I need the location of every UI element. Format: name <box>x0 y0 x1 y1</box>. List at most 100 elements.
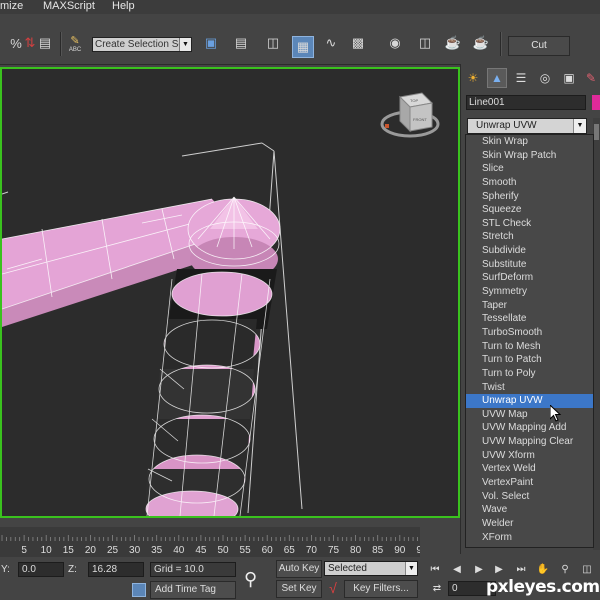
modifier-list-item[interactable]: Subdivide <box>466 244 593 258</box>
modifier-list-item[interactable]: VertexPaint <box>466 476 593 490</box>
object-name-field[interactable]: Line001 <box>466 95 586 110</box>
modifier-list-item[interactable]: SurfDeform <box>466 271 593 285</box>
viewport-scene: TOP FRONT <box>2 92 440 516</box>
cut-button[interactable]: Cut <box>508 36 570 56</box>
object-color-swatch[interactable] <box>592 95 600 110</box>
previous-frame-icon[interactable]: ◀ <box>450 563 464 577</box>
modifier-list-item[interactable]: Squeeze <box>466 203 593 217</box>
modifier-list-item[interactable]: XForm <box>466 531 593 545</box>
timeline-tick-label: 85 <box>372 545 384 556</box>
toolbar-divider <box>60 32 62 56</box>
scene-explorer-icon[interactable]: ▦ <box>292 36 314 58</box>
modifier-list-dropdown[interactable]: Unwrap UVW ▼ <box>467 118 587 134</box>
timeline-tick-label: 10 <box>41 545 53 556</box>
curve-editor-icon[interactable]: ∿ <box>320 32 342 54</box>
pencil-icon: ✎ <box>70 34 80 47</box>
utilities-tab-icon[interactable]: ✎ <box>581 68 600 88</box>
hierarchy-tab-icon[interactable]: ☰ <box>511 68 531 88</box>
track-bar[interactable]: 5101520253035404550556065707580859095100 <box>0 527 420 557</box>
zoom-view-icon[interactable]: ⚲ <box>558 563 572 577</box>
modifier-list-item[interactable]: Skin Wrap Patch <box>466 149 593 163</box>
modifier-list-item[interactable]: Wave <box>466 503 593 517</box>
motion-tab-icon[interactable]: ◎ <box>535 68 555 88</box>
modifier-list-item[interactable]: Slice <box>466 162 593 176</box>
rendered-frame-icon[interactable]: ☕ <box>442 32 464 54</box>
toolbar-divider <box>500 32 502 56</box>
render-production-icon[interactable]: ☕ <box>470 32 492 54</box>
timeline-ruler: 5101520253035404550556065707580859095100 <box>1 535 420 556</box>
pan-view-icon[interactable]: ✋ <box>536 563 550 577</box>
timeline-tick-label: 60 <box>262 545 274 556</box>
modifier-list-item[interactable]: Turn to Mesh <box>466 340 593 354</box>
set-key-button[interactable]: Set Key <box>276 580 322 598</box>
layers-icon[interactable]: ◫ <box>262 32 284 54</box>
spelling-check-button[interactable]: ✎ ABC <box>64 32 86 54</box>
modifier-dropdown-list[interactable]: Skin Wrap Skin Wrap Patch Slice Smooth Spher… <box>465 134 594 548</box>
named-selection-set-field[interactable]: Create Selection Se ▼ <box>92 37 192 52</box>
edit-named-selection-icon[interactable]: ▤ <box>34 32 56 54</box>
time-tag-icon[interactable] <box>132 583 146 597</box>
modifier-list-item[interactable]: Spherify <box>466 190 593 204</box>
chevron-down-icon[interactable]: ▼ <box>179 38 191 51</box>
modifier-list-item[interactable]: Tessellate <box>466 312 593 326</box>
modifier-list-item[interactable]: Symmetry <box>466 285 593 299</box>
key-filters-button[interactable]: Key Filters... <box>344 580 418 598</box>
cut-label: Cut <box>531 40 547 51</box>
modifier-list-item[interactable]: UVW Map <box>466 408 593 422</box>
chevron-down-icon[interactable]: ▼ <box>573 119 586 133</box>
timeline-tick-label: 75 <box>328 545 340 556</box>
key-icon: ⚲ <box>244 569 258 589</box>
add-time-tag-button[interactable]: Add Time Tag <box>150 581 236 599</box>
chevron-down-icon[interactable]: ▼ <box>405 562 417 575</box>
set-key-icon[interactable]: √ <box>324 580 342 598</box>
material-editor-icon[interactable]: ◉ <box>384 32 406 54</box>
z-coordinate-field[interactable]: 16.28 <box>88 562 144 577</box>
timeline-tick-label: 50 <box>217 545 229 556</box>
modifier-list-item[interactable]: Stretch <box>466 230 593 244</box>
modify-tab-icon[interactable]: ▲ <box>487 68 507 88</box>
menu-item-help[interactable]: Help <box>112 0 135 13</box>
modifier-list-item[interactable]: Unwrap UVW <box>466 394 593 408</box>
align-icon[interactable]: ▤ <box>230 32 252 54</box>
modifier-list-item[interactable]: UVW Mapping Clear <box>466 435 593 449</box>
modifier-list-item[interactable]: UVW Mapping Add <box>466 421 593 435</box>
auto-key-button[interactable]: Auto Key <box>276 560 322 578</box>
modifier-list-item[interactable]: Vertex Weld <box>466 462 593 476</box>
mouse-cursor-icon <box>550 405 562 422</box>
modifier-list-item[interactable]: Welder <box>466 517 593 531</box>
modifier-list-item[interactable]: Turn to Patch <box>466 353 593 367</box>
modifier-list-item[interactable]: TurboSmooth <box>466 326 593 340</box>
modifier-list-item[interactable]: STL Check <box>466 217 593 231</box>
menu-item-customize[interactable]: mize <box>0 0 23 13</box>
command-panel-tabs: ☀ ▲ ☰ ◎ ▣ ✎ <box>463 68 599 90</box>
menu-item-maxscript[interactable]: MAXScript <box>43 0 95 13</box>
modifier-list-item[interactable]: Taper <box>466 299 593 313</box>
modifier-list-item[interactable]: UVW Xform <box>466 449 593 463</box>
timeline-tick-label: 20 <box>85 545 97 556</box>
key-mode-select[interactable]: Selected ▼ <box>324 561 418 576</box>
display-tab-icon[interactable]: ▣ <box>559 68 579 88</box>
modifier-list-item[interactable]: Skin Wrap <box>466 135 593 149</box>
next-frame-icon[interactable]: ▶ <box>492 563 506 577</box>
key-mode-toggle-icon[interactable]: ⇄ <box>430 582 444 596</box>
timeline-tick-label: 40 <box>173 545 185 556</box>
view-cube[interactable]: TOP FRONT <box>380 92 440 138</box>
modifier-list-item[interactable]: Smooth <box>466 176 593 190</box>
go-to-start-icon[interactable]: ⏮ <box>428 563 442 577</box>
go-to-end-icon[interactable]: ⏭ <box>514 563 528 577</box>
timeline-tick-label: 70 <box>306 545 318 556</box>
field-of-view-icon[interactable]: ◫ <box>580 563 594 577</box>
modifier-list-item[interactable]: Substitute <box>466 258 593 272</box>
command-panel-scrollbar[interactable] <box>593 118 600 550</box>
y-coordinate-field[interactable]: 0.0 <box>18 562 64 577</box>
render-setup-icon[interactable]: ◫ <box>414 32 436 54</box>
create-tab-icon[interactable]: ☀ <box>463 68 483 88</box>
modifier-list-item[interactable]: Twist <box>466 381 593 395</box>
play-icon[interactable]: ▶ <box>472 563 486 577</box>
scrollbar-thumb[interactable] <box>594 124 599 140</box>
perspective-viewport[interactable]: TOP FRONT <box>0 67 460 518</box>
modifier-list-item[interactable]: Turn to Poly <box>466 367 593 381</box>
mirror-icon[interactable]: ▣ <box>200 32 222 54</box>
schematic-view-icon[interactable]: ▩ <box>347 32 369 54</box>
modifier-list-item[interactable]: Vol. Select <box>466 490 593 504</box>
